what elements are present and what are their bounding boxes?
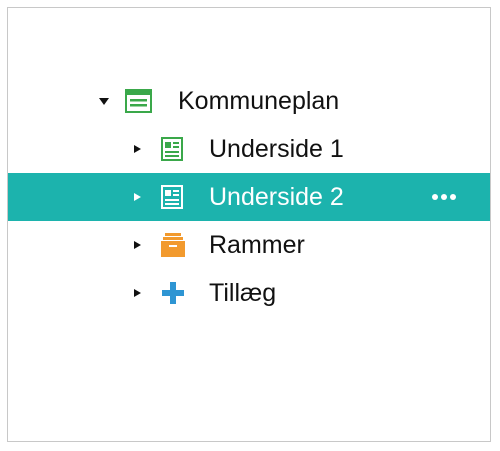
more-icon[interactable] <box>432 173 456 221</box>
caret-right-icon[interactable] <box>134 289 141 297</box>
caret-right-icon[interactable] <box>134 193 141 201</box>
tree-node-kommuneplan[interactable]: Kommuneplan <box>8 77 490 125</box>
tree-node-label: Kommuneplan <box>178 87 340 115</box>
more-dot <box>441 194 447 200</box>
caret-down-icon[interactable] <box>99 98 109 105</box>
tree-node-underside-2[interactable]: Underside 2 <box>8 173 490 221</box>
tree-node-label: Tillæg <box>209 279 277 307</box>
tree-node-label: Underside 1 <box>209 135 344 163</box>
tree-node-label: Rammer <box>209 231 305 259</box>
archive-icon <box>161 233 185 257</box>
tree-node-tillaeg[interactable]: Tillæg <box>8 269 490 317</box>
page-icon <box>161 185 183 209</box>
page-tree-panel: Kommuneplan Underside 1 Underside 2 Ramm… <box>7 7 491 442</box>
more-dot <box>450 194 456 200</box>
tree-node-rammer[interactable]: Rammer <box>8 221 490 269</box>
tree-node-label: Underside 2 <box>209 183 344 211</box>
layout-icon <box>125 89 152 113</box>
caret-right-icon[interactable] <box>134 145 141 153</box>
caret-right-icon[interactable] <box>134 241 141 249</box>
tree-node-underside-1[interactable]: Underside 1 <box>8 125 490 173</box>
plus-icon <box>162 282 184 304</box>
page-icon <box>161 137 183 161</box>
more-dot <box>432 194 438 200</box>
